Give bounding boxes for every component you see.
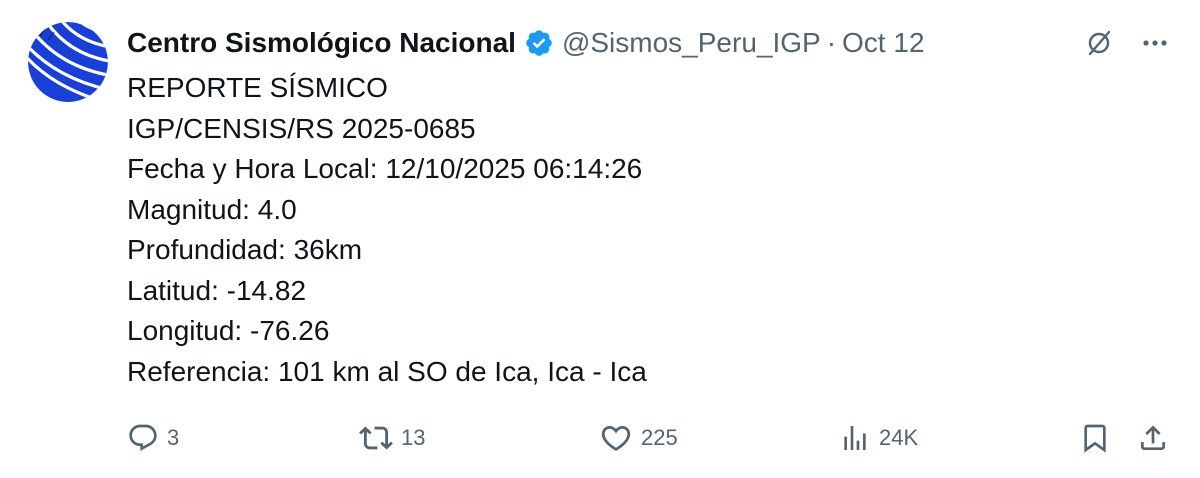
igp-logo-avatar: [28, 22, 108, 102]
tweet-line: Latitud: -14.82: [127, 274, 307, 306]
tweet-line: REPORTE SÍSMICO: [127, 72, 388, 103]
heart-icon: [601, 425, 631, 451]
bookmark-icon: [1084, 424, 1106, 453]
tweet-date[interactable]: Oct 12: [842, 27, 924, 59]
views-icon: [844, 426, 866, 450]
tweet-action-bar: 3 13 225 24K: [127, 416, 1172, 460]
tweet-line: Profundidad: 36km: [127, 234, 363, 265]
tweet-line: Magnitud: 4.0: [127, 193, 297, 225]
views-count: 24K: [879, 425, 919, 450]
tweet-text: REPORTE SÍSMICO IGP/CENSIS/RS 2025-0685 …: [127, 68, 647, 392]
verified-badge-icon: [524, 28, 554, 58]
tweet-header: Centro Sismológico Nacional @Sismos_Peru…: [127, 22, 925, 64]
bookmark-button[interactable]: [1079, 416, 1111, 460]
separator-dot: ·: [826, 27, 837, 58]
reply-icon: [129, 424, 157, 451]
author-handle[interactable]: @Sismos_Peru_IGP: [562, 27, 821, 59]
share-button[interactable]: [1137, 416, 1169, 460]
like-count: 225: [641, 425, 678, 450]
repost-icon: [359, 426, 393, 450]
reply-button[interactable]: 3: [127, 416, 179, 460]
like-button[interactable]: 225: [599, 416, 678, 460]
tweet-top-actions: [1082, 26, 1172, 60]
author-name[interactable]: Centro Sismológico Nacional: [127, 27, 516, 59]
repost-count: 13: [401, 425, 426, 450]
grok-icon[interactable]: [1082, 26, 1116, 60]
reply-count: 3: [167, 425, 180, 450]
tweet[interactable]: Centro Sismológico Nacional @Sismos_Peru…: [0, 0, 1200, 478]
share-icon: [1141, 425, 1165, 450]
more-icon[interactable]: [1138, 26, 1172, 60]
tweet-line: Referencia: 101 km al SO de Ica, Ica - I…: [127, 355, 647, 387]
tweet-line: Fecha y Hora Local: 12/10/2025 06:14:26: [127, 153, 643, 184]
tweet-line: IGP/CENSIS/RS 2025-0685: [127, 112, 476, 144]
avatar[interactable]: [28, 22, 108, 102]
repost-button[interactable]: 13: [359, 416, 425, 460]
tweet-line: Longitud: -76.26: [127, 315, 330, 346]
views-button[interactable]: 24K: [839, 416, 918, 460]
